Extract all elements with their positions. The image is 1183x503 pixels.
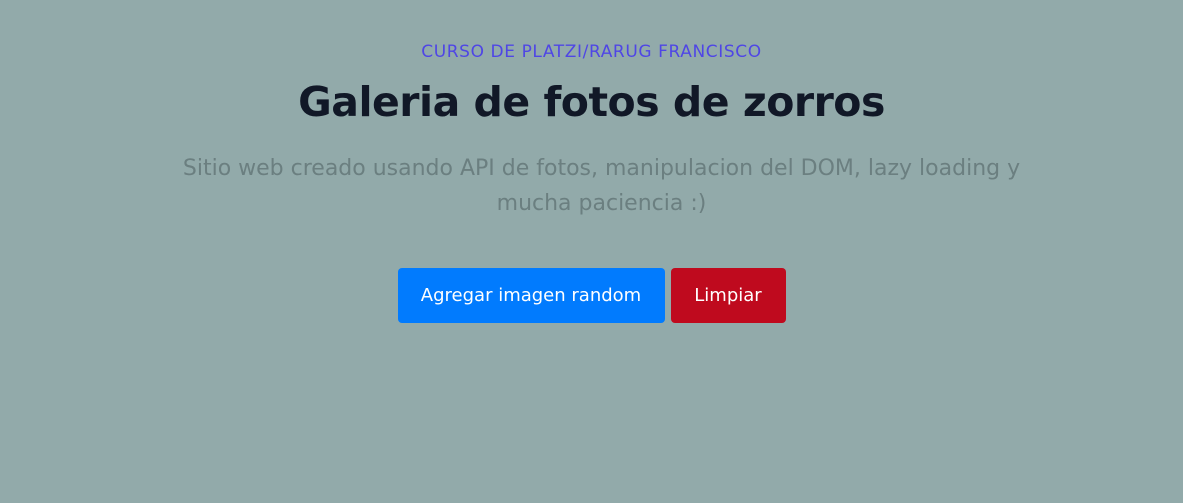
action-buttons: Agregar imagen random Limpiar	[0, 268, 1183, 323]
clear-button[interactable]: Limpiar	[670, 268, 786, 323]
course-credit: CURSO DE PLATZI/RARUG FRANCISCO	[421, 42, 762, 62]
page-description: Sitio web creado usando API de fotos, ma…	[182, 156, 1021, 216]
page-title: Galeria de fotos de zorros	[298, 78, 885, 126]
add-random-image-button[interactable]: Agregar imagen random	[397, 268, 665, 323]
